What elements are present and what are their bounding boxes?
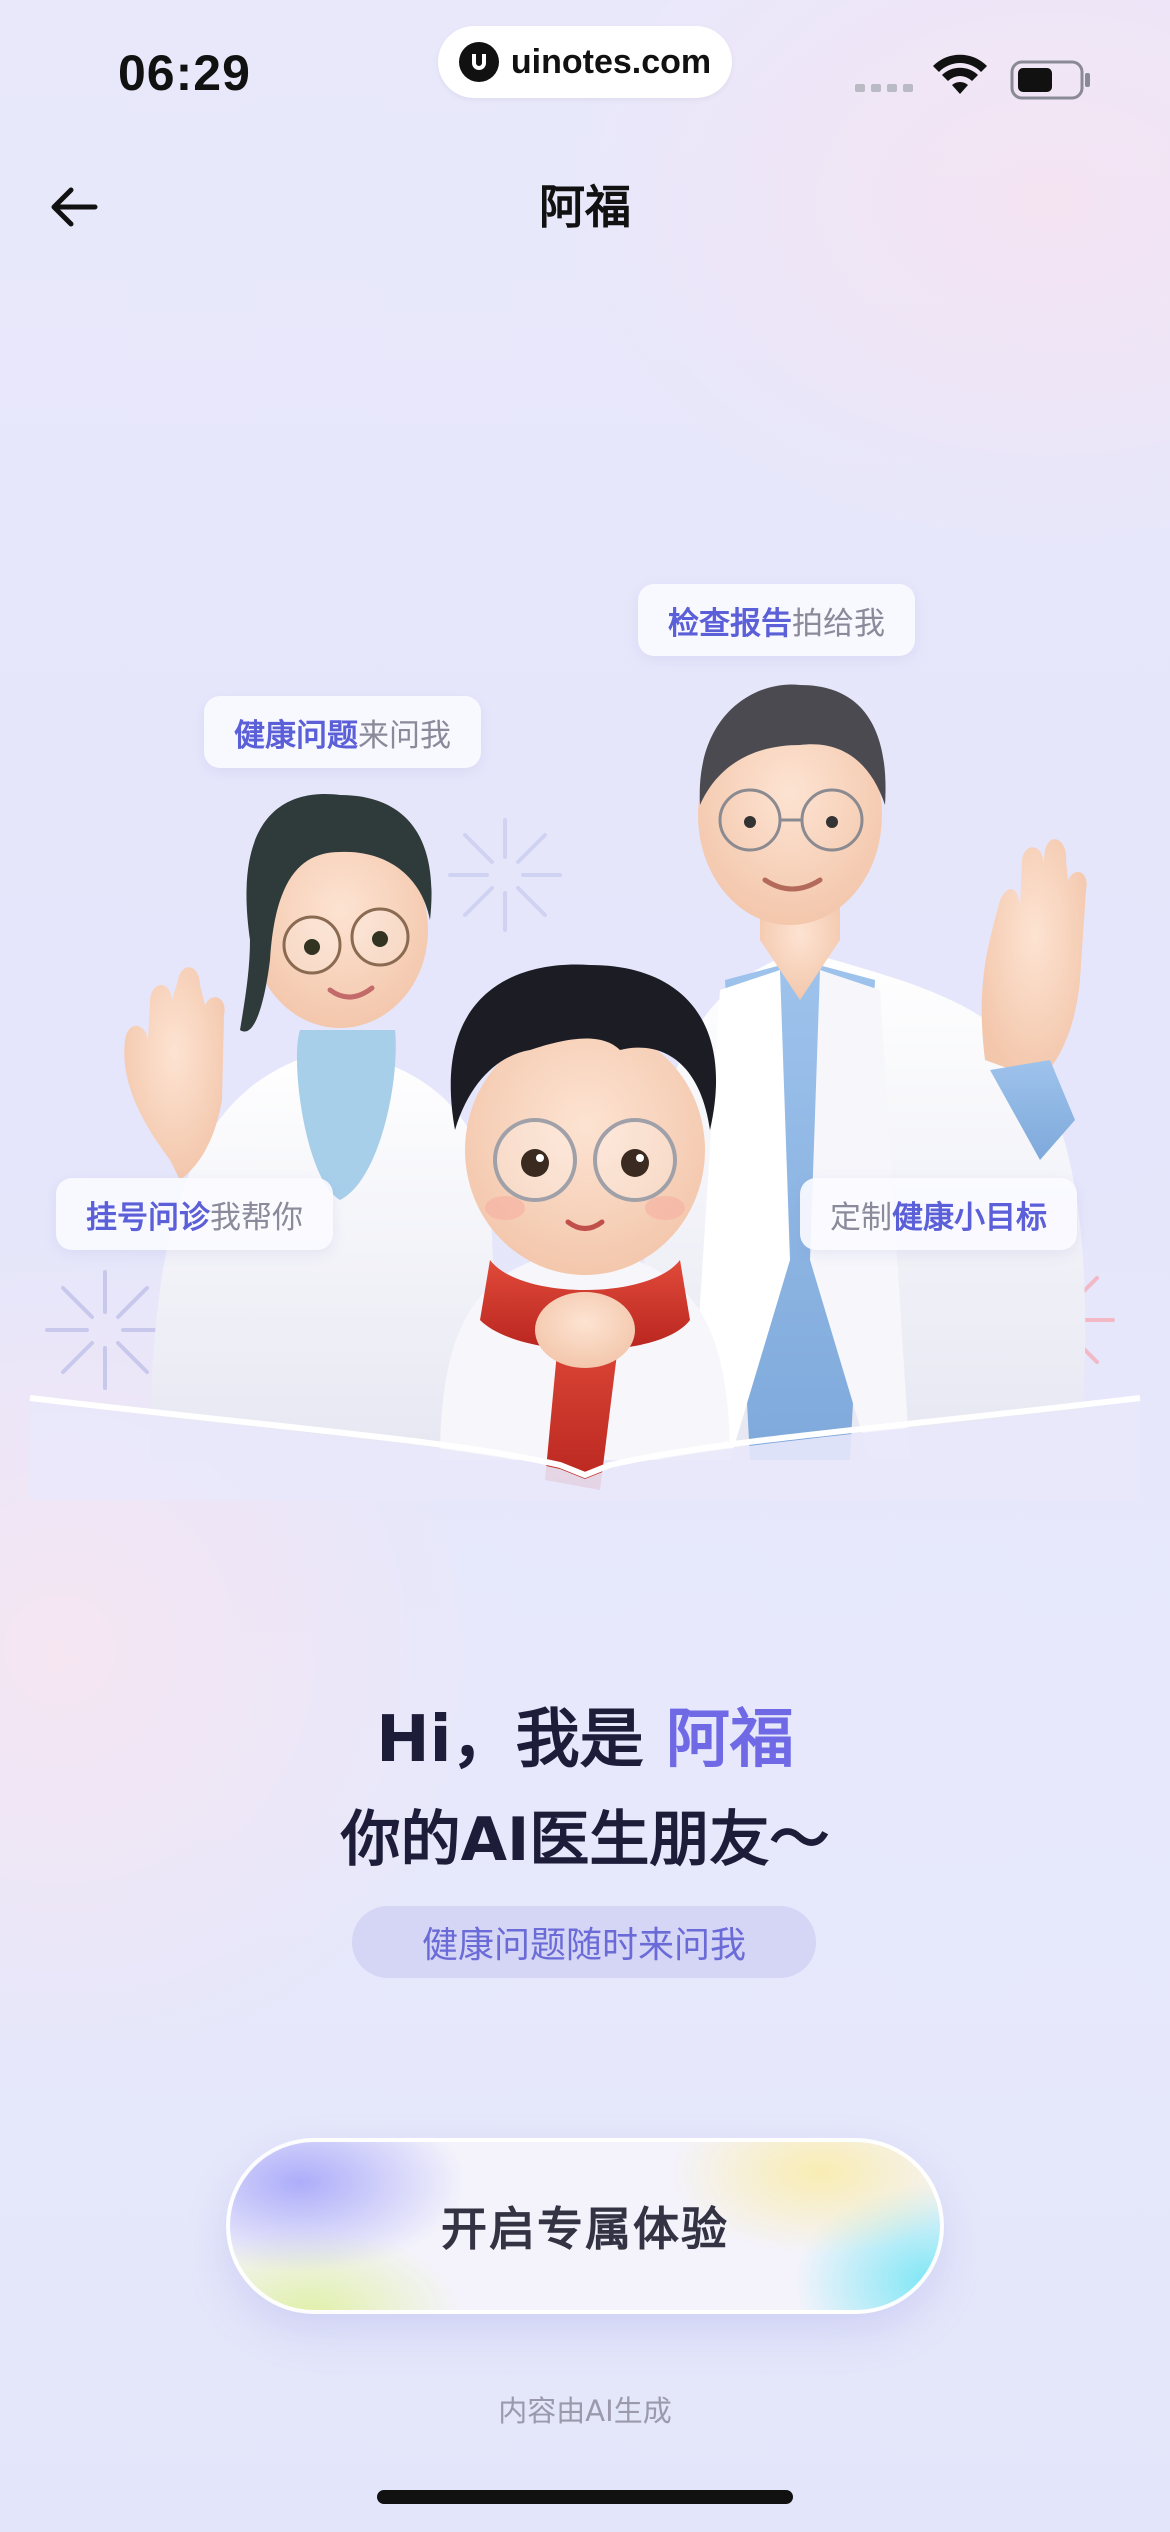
bubble-goal: 定制 健康小目标 (800, 1178, 1077, 1250)
ai-disclaimer: 内容由AI生成 (498, 2394, 672, 2428)
site-logo-icon (458, 42, 499, 82)
bubble-report: 检查报告 拍给我 (638, 584, 915, 656)
hero-illustration: 检查报告 拍给我 健康问题 来问我 挂号问诊 我帮你 定制 健康小目标 (0, 560, 1170, 1500)
start-experience-button[interactable]: 开启专属体验 (226, 2138, 944, 2314)
firework-top-icon (448, 818, 562, 932)
status-time: 06:29 (118, 45, 251, 101)
firework-left-icon (45, 1270, 165, 1390)
tagline-pill: 健康问题随时来问我 (352, 1906, 816, 1978)
home-indicator[interactable] (377, 2490, 793, 2504)
greeting-headline: Hi，我是 阿福 (376, 1703, 794, 1777)
battery-icon (1010, 60, 1090, 100)
url-pill[interactable]: uinotes.com (438, 26, 732, 98)
characters-illustration (29, 684, 1141, 1500)
url-text: uinotes.com (510, 42, 712, 81)
bubble-health-question: 健康问题 来问我 (204, 696, 481, 768)
page-title: 阿福 (539, 180, 631, 234)
female-doctor-illustration (124, 794, 500, 1460)
wifi-icon (933, 54, 987, 94)
subtitle-headline: 你的AI医生朋友～ (340, 1805, 830, 1875)
cellular-signal-icon (855, 84, 913, 92)
assistant-name: 阿福 (665, 1703, 794, 1777)
status-bar: 06:29 uinotes.com (0, 0, 1170, 140)
bubble-booking: 挂号问诊 我帮你 (56, 1178, 333, 1250)
